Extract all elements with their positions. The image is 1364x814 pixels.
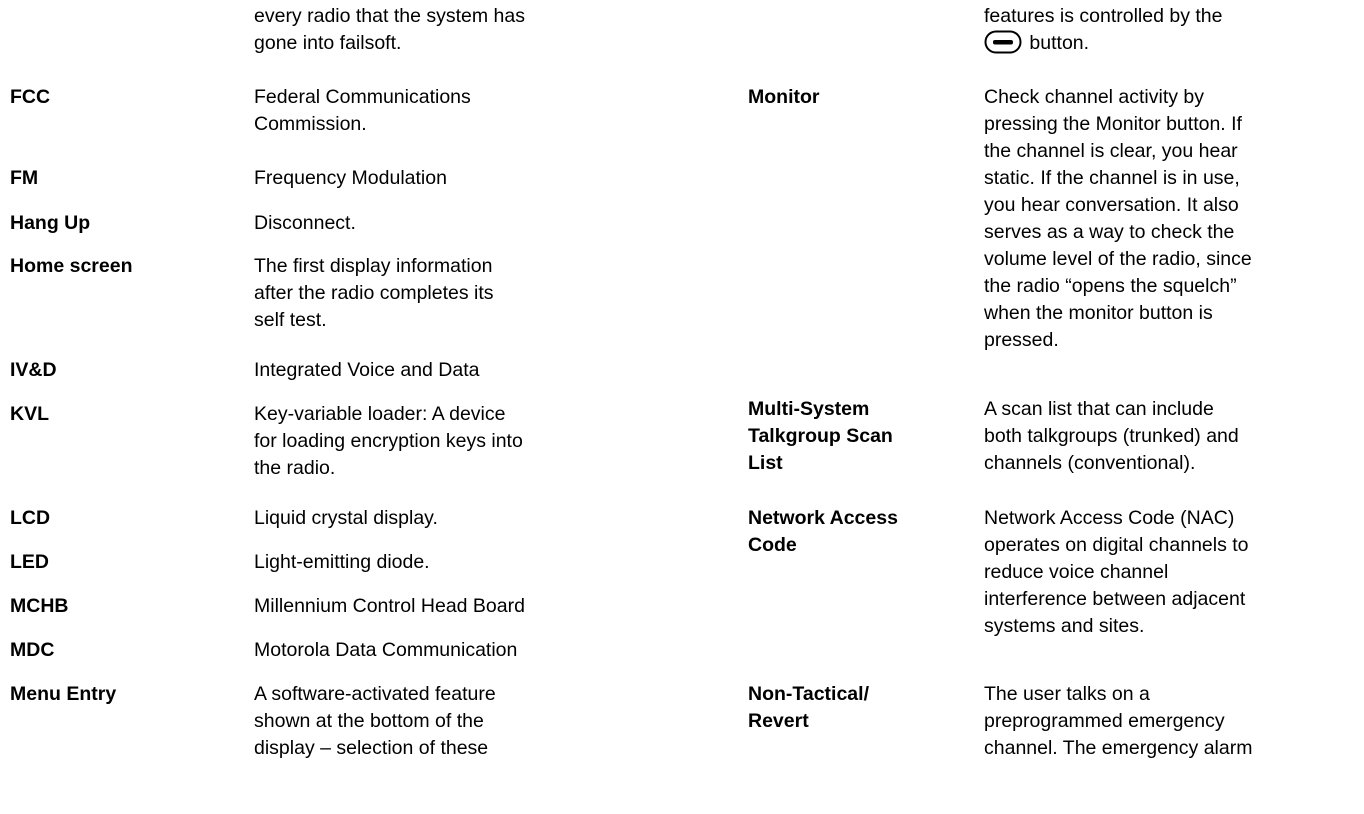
glossary-term: Hang Up: [10, 212, 91, 234]
glossary-definition: Network Access Code (NAC) operates on di…: [984, 507, 1249, 637]
glossary-definition: The first display information after the …: [254, 255, 494, 331]
glossary-definition: Liquid crystal display.: [254, 507, 438, 529]
glossary-definition: A software-activated feature shown at th…: [254, 683, 496, 759]
glossary-definition: Key-variable loader: A device for loadin…: [254, 403, 523, 479]
glossary-definition: Light-emitting diode.: [254, 551, 430, 573]
glossary-definition: Millennium Control Head Board: [254, 595, 525, 617]
glossary-definition: features is controlled by the button.: [984, 3, 1364, 57]
glossary-term: Multi-System Talkgroup Scan List: [748, 398, 893, 474]
glossary-definition: every radio that the system has gone int…: [254, 5, 525, 54]
glossary-term: Home screen: [10, 255, 133, 277]
glossary-definition: Disconnect.: [254, 212, 356, 234]
glossary-term: IV&D: [10, 359, 57, 381]
glossary-definition: Federal Communications Commission.: [254, 86, 471, 135]
glossary-term: Network Access Code: [748, 507, 898, 556]
glossary-term: LCD: [10, 507, 51, 529]
menu-select-button-icon: [984, 30, 1022, 54]
glossary-term: MDC: [10, 639, 55, 661]
glossary-definition: Integrated Voice and Data: [254, 359, 480, 381]
glossary-definition: Check channel activity by pressing the M…: [984, 86, 1252, 351]
glossary-term: Menu Entry: [10, 683, 117, 705]
glossary-definition: The user talks on a preprogrammed emerge…: [984, 683, 1253, 759]
glossary-definition: A scan list that can include both talkgr…: [984, 398, 1239, 474]
glossary-definition: Frequency Modulation: [254, 167, 447, 189]
continuation-line: features is controlled by the: [984, 5, 1223, 27]
continuation-suffix: button.: [1024, 32, 1090, 54]
glossary-term: Non-Tactical/ Revert: [748, 683, 869, 732]
continuation-line: button.: [984, 30, 1364, 57]
glossary-term: FM: [10, 167, 39, 189]
glossary-term: LED: [10, 551, 49, 573]
glossary-definition: Motorola Data Communication: [254, 639, 518, 661]
glossary-term: FCC: [10, 86, 51, 108]
glossary-term: Monitor: [748, 86, 820, 108]
glossary-term: KVL: [10, 403, 49, 425]
glossary-term: MCHB: [10, 595, 69, 617]
